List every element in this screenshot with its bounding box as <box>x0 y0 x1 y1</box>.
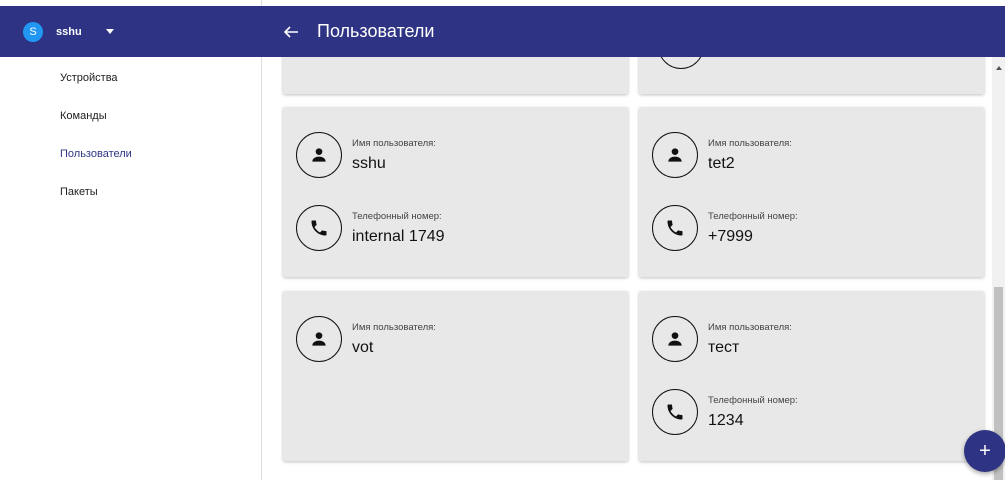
username-value: sshu <box>352 155 386 172</box>
phone-value: internal 1749 <box>352 228 445 245</box>
phone-icon <box>296 205 342 251</box>
user-card[interactable]: Имя пользователя: sshu Телефонный номер:… <box>283 107 628 277</box>
username-field: Имя пользователя: sshu <box>296 132 436 178</box>
user-card-partial <box>283 57 628 94</box>
phone-field: Телефонный номер: 1234 <box>652 389 798 435</box>
user-card-partial <box>639 57 984 94</box>
account-switcher[interactable]: S sshu <box>11 6 261 57</box>
phone-value: +7999 <box>708 228 753 245</box>
sidebar-item-users[interactable]: Пользователи <box>0 135 261 173</box>
phone-icon <box>652 389 698 435</box>
username-label: Имя пользователя: <box>352 138 436 149</box>
username-value: тест <box>708 339 740 356</box>
user-card[interactable]: Имя пользователя: тест Телефонный номер:… <box>639 291 984 461</box>
sidebar-item-commands[interactable]: Команды <box>0 97 261 135</box>
app: S sshu Устройства Команды Пользователи П… <box>0 0 1005 480</box>
avatar: S <box>23 21 43 42</box>
username-value: tet2 <box>708 155 735 172</box>
plus-icon: + <box>979 439 991 462</box>
username-label: Имя пользователя: <box>708 138 792 149</box>
users-list[interactable]: Имя пользователя: sshu Телефонный номер:… <box>262 57 1005 480</box>
top-bar: Пользователи <box>262 6 1005 57</box>
sidebar-item-devices[interactable]: Устройства <box>0 59 261 97</box>
phone-field: Телефонный номер: internal 1749 <box>296 205 445 251</box>
scrollbar[interactable] <box>992 57 1005 480</box>
username-label: Имя пользователя: <box>708 322 792 333</box>
sidebar: S sshu Устройства Команды Пользователи П… <box>0 0 262 480</box>
phone-label: Телефонный номер: <box>708 395 798 406</box>
person-icon <box>658 57 704 69</box>
user-card[interactable]: Имя пользователя: vot <box>283 291 628 461</box>
username-field: Имя пользователя: тест <box>652 316 792 362</box>
phone-label: Телефонный номер: <box>352 211 442 222</box>
username-field: Имя пользователя: tet2 <box>652 132 792 178</box>
username-value: vot <box>352 339 374 356</box>
add-user-button[interactable]: + <box>964 430 1005 472</box>
phone-field: Телефонный номер: +7999 <box>652 205 798 251</box>
sidebar-item-packages[interactable]: Пакеты <box>0 173 261 211</box>
arrow-left-icon-svg <box>283 25 298 38</box>
person-icon <box>296 316 342 362</box>
page-title: Пользователи <box>317 21 435 41</box>
username-field: Имя пользователя: vot <box>296 316 436 362</box>
person-icon <box>652 132 698 178</box>
person-icon <box>296 132 342 178</box>
person-icon <box>652 316 698 362</box>
arrow-left-icon[interactable] <box>281 22 301 42</box>
sidebar-nav: Устройства Команды Пользователи Пакеты <box>0 59 261 211</box>
phone-label: Телефонный номер: <box>708 211 798 222</box>
phone-value: 1234 <box>708 412 744 429</box>
phone-icon <box>652 205 698 251</box>
user-card[interactable]: Имя пользователя: tet2 Телефонный номер:… <box>639 107 984 277</box>
scroll-up-icon[interactable] <box>996 66 1002 70</box>
caret-down-icon <box>105 29 114 34</box>
account-name: sshu <box>56 25 82 38</box>
username-label: Имя пользователя: <box>352 322 436 333</box>
